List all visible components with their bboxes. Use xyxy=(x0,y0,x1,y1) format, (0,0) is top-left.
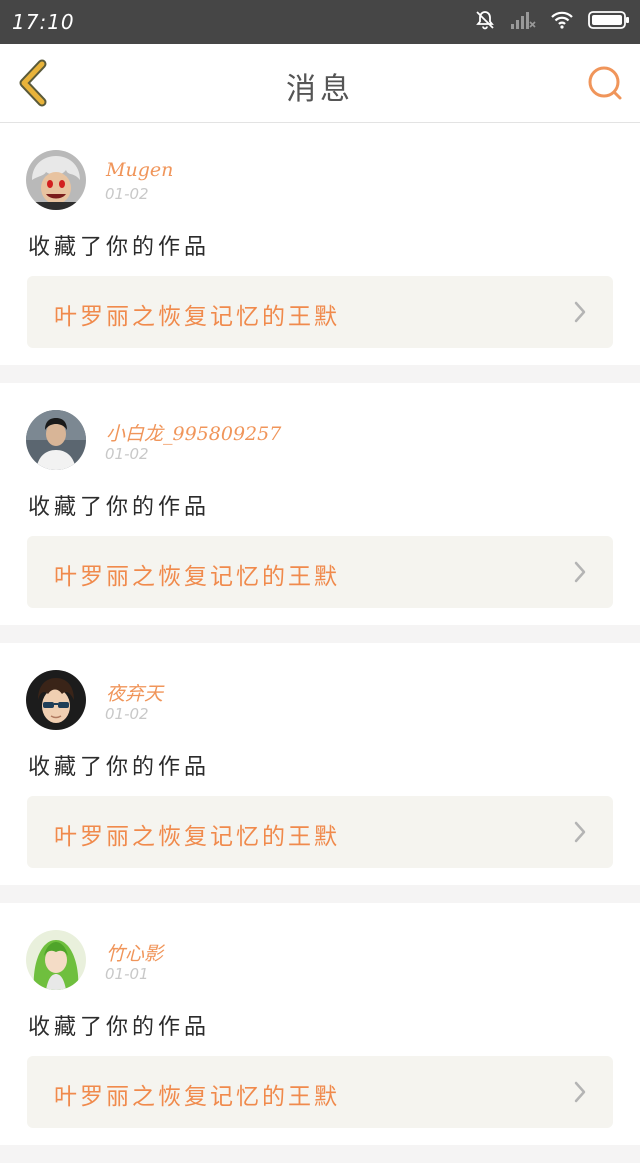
avatar-photo-man xyxy=(26,410,86,470)
work-title: 叶罗丽之恢复记忆的王默 xyxy=(54,1084,340,1110)
message-item: Mugen 01-02 收藏了你的作品 叶罗丽之恢复记忆的王默 xyxy=(0,123,640,365)
search-button[interactable] xyxy=(586,64,624,102)
message-item: 夜弃天 01-02 收藏了你的作品 叶罗丽之恢复记忆的王默 xyxy=(0,643,640,885)
battery-icon xyxy=(588,10,630,34)
avatar[interactable] xyxy=(26,670,86,730)
chevron-right-icon xyxy=(574,1081,586,1103)
message-text: 收藏了你的作品 xyxy=(28,495,211,520)
work-link[interactable]: 叶罗丽之恢复记忆的王默 xyxy=(27,796,613,868)
work-title: 叶罗丽之恢复记忆的王默 xyxy=(54,564,340,590)
work-link[interactable]: 叶罗丽之恢复记忆的王默 xyxy=(27,276,613,348)
message-date: 01-02 xyxy=(105,185,149,203)
username[interactable]: 夜弃天 xyxy=(106,679,163,706)
avatar-red-hair xyxy=(26,150,86,210)
status-icons xyxy=(474,8,630,36)
search-icon xyxy=(588,66,622,100)
avatar[interactable] xyxy=(26,410,86,470)
avatar[interactable] xyxy=(26,150,86,210)
message-text: 收藏了你的作品 xyxy=(28,235,211,260)
message-date: 01-02 xyxy=(105,445,149,463)
message-item: 竹心影 01-01 收藏了你的作品 叶罗丽之恢复记忆的王默 xyxy=(0,903,640,1145)
nav-bar: 消息 xyxy=(0,44,640,123)
avatar[interactable] xyxy=(26,930,86,990)
username[interactable]: 小白龙_995809257 xyxy=(106,419,281,446)
avatar-green-hair xyxy=(26,930,86,990)
username[interactable]: Mugen xyxy=(106,159,173,181)
chevron-right-icon xyxy=(574,821,586,843)
message-date: 01-02 xyxy=(105,705,149,723)
chevron-right-icon xyxy=(574,301,586,323)
work-title: 叶罗丽之恢复记忆的王默 xyxy=(54,824,340,850)
work-link[interactable]: 叶罗丽之恢复记忆的王默 xyxy=(27,1056,613,1128)
wifi-icon xyxy=(550,10,574,34)
avatar-sunglasses xyxy=(26,670,86,730)
signal-icon xyxy=(510,10,536,34)
status-time: 17:10 xyxy=(12,10,75,34)
message-text: 收藏了你的作品 xyxy=(28,755,211,780)
username[interactable]: 竹心影 xyxy=(106,939,163,966)
work-link[interactable]: 叶罗丽之恢复记忆的王默 xyxy=(27,536,613,608)
page-title: 消息 xyxy=(286,72,354,107)
work-title: 叶罗丽之恢复记忆的王默 xyxy=(54,304,340,330)
message-text: 收藏了你的作品 xyxy=(28,1015,211,1040)
message-list: Mugen 01-02 收藏了你的作品 叶罗丽之恢复记忆的王默 小白龙_9958… xyxy=(0,123,640,1163)
message-item: 小白龙_995809257 01-02 收藏了你的作品 叶罗丽之恢复记忆的王默 xyxy=(0,383,640,625)
chevron-right-icon xyxy=(574,561,586,583)
status-bar: 17:10 xyxy=(0,0,640,44)
mute-bell-icon xyxy=(474,9,496,35)
message-date: 01-01 xyxy=(105,965,149,983)
